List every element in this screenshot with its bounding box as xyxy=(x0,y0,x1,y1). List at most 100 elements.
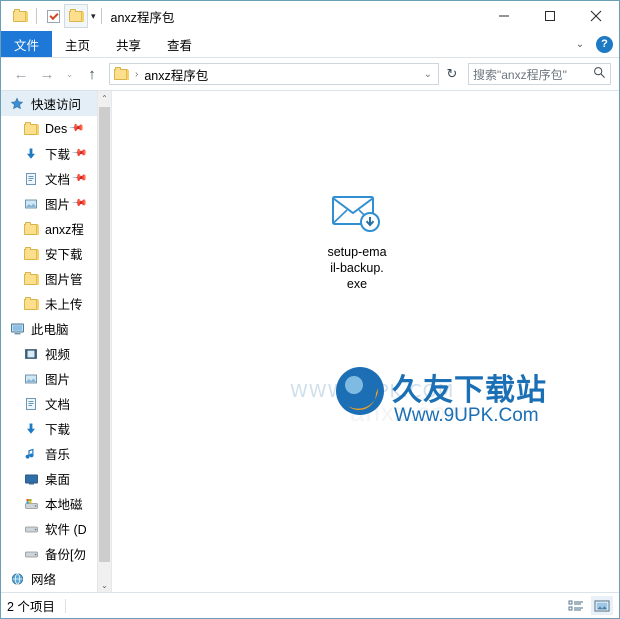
qat-divider-1 xyxy=(36,8,37,24)
folder-icon xyxy=(114,67,129,80)
sidebar-item-quick-access[interactable]: 快速访问 xyxy=(1,91,97,116)
sidebar-item-documents[interactable]: 文档 📌 xyxy=(1,166,97,191)
chevron-down-icon[interactable]: ▾ xyxy=(91,11,96,21)
sidebar-item-anxiazai[interactable]: 安下载 xyxy=(1,241,97,266)
title-bar: ▾ anxz程序包 xyxy=(1,1,619,31)
sidebar-item-picture-manager[interactable]: 图片管 xyxy=(1,266,97,291)
folder-icon xyxy=(23,271,39,287)
pin-icon: 📌 xyxy=(68,120,85,137)
tab-home[interactable]: 主页 xyxy=(52,31,103,57)
qat-properties-button[interactable] xyxy=(42,5,64,27)
details-view-button[interactable] xyxy=(565,596,587,615)
sidebar-label: 此电脑 xyxy=(31,323,69,337)
watermark-url: Www.9UPK.Com xyxy=(394,405,539,426)
address-bar: ← → ⌄ ↑ › anxz程序包 ⌄ ↻ 搜索"anxz程序包" xyxy=(1,58,619,90)
help-button[interactable]: ? xyxy=(596,35,613,53)
sidebar-label: 桌面 xyxy=(45,473,71,487)
email-download-icon xyxy=(331,191,383,237)
navigation-list: 快速访问 Des 📌 下载 📌 文档 📌 图片 📌 anxz程 安下载 图片管 … xyxy=(1,91,97,592)
breadcrumb-separator: › xyxy=(135,68,139,80)
breadcrumb[interactable]: › anxz程序包 ⌄ xyxy=(109,63,439,85)
sidebar-item-desktop-pc[interactable]: 桌面 xyxy=(1,466,97,491)
sidebar-item-software-drive[interactable]: 软件 (D xyxy=(1,516,97,541)
explorer-body: 快速访问 Des 📌 下载 📌 文档 📌 图片 📌 anxz程 安下载 图片管 … xyxy=(1,90,619,592)
maximize-button[interactable] xyxy=(527,1,573,31)
sidebar-label: 文档 xyxy=(45,398,71,412)
forward-button[interactable]: → xyxy=(35,62,59,86)
sidebar-item-videos[interactable]: 视频 xyxy=(1,341,97,366)
status-divider xyxy=(64,598,66,613)
tab-file[interactable]: 文件 xyxy=(1,31,53,57)
refresh-button[interactable]: ↻ xyxy=(441,62,463,86)
tab-share[interactable]: 共享 xyxy=(103,31,154,57)
window-controls xyxy=(481,1,619,31)
sidebar-label: 音乐 xyxy=(45,448,71,462)
sidebar-item-music[interactable]: 音乐 xyxy=(1,441,97,466)
sidebar-label: 下载 xyxy=(45,423,71,437)
sidebar-item-this-pc[interactable]: 此电脑 xyxy=(1,316,97,341)
pin-icon: 📌 xyxy=(70,195,88,212)
large-icons-view-button[interactable] xyxy=(591,596,613,615)
sidebar-item-downloads[interactable]: 下载 📌 xyxy=(1,141,97,166)
up-button[interactable]: ↑ xyxy=(80,62,104,86)
ribbon-tabs: 文件 主页 共享 查看 ⌄ ? xyxy=(1,31,619,58)
sidebar-item-anxz[interactable]: anxz程 xyxy=(1,216,97,241)
sidebar-label: 安下载 xyxy=(45,248,83,262)
quick-access-toolbar: ▾ xyxy=(9,4,107,28)
minimize-button[interactable] xyxy=(481,1,527,31)
sidebar-item-downloads-pc[interactable]: 下载 xyxy=(1,416,97,441)
sidebar-item-documents-pc[interactable]: 文档 xyxy=(1,391,97,416)
watermark-logo-icon xyxy=(332,363,388,419)
search-icon[interactable] xyxy=(593,66,606,82)
sidebar-item-network[interactable]: 网络 xyxy=(1,566,97,591)
watermark-title: 久友下载站 xyxy=(392,374,547,407)
sidebar-label: 快速访问 xyxy=(31,98,82,112)
sidebar-label: 软件 (D xyxy=(45,523,87,537)
file-name-label: setup-ema il-backup. exe xyxy=(327,245,387,291)
sidebar-item-pictures-pc[interactable]: 图片 xyxy=(1,366,97,391)
sidebar-label: 视频 xyxy=(45,348,71,362)
recent-locations-button[interactable]: ⌄ xyxy=(61,62,78,86)
music-icon xyxy=(23,446,39,462)
navigation-pane: 快速访问 Des 📌 下载 📌 文档 📌 图片 📌 anxz程 安下载 图片管 … xyxy=(1,91,112,592)
chevron-down-icon[interactable]: ⌄ xyxy=(572,39,588,50)
back-button[interactable]: ← xyxy=(9,62,33,86)
item-count-label: 2 个项目 xyxy=(7,600,55,614)
system-drive-icon xyxy=(23,496,39,512)
sidebar-label: 文档 xyxy=(45,173,71,187)
sidebar-label: 图片 xyxy=(45,373,71,387)
qat-new-folder-button[interactable] xyxy=(64,4,88,28)
sidebar-label: anxz程 xyxy=(45,223,84,237)
chevron-down-icon[interactable]: ⌄ xyxy=(424,69,434,80)
close-button[interactable] xyxy=(573,1,619,31)
folder-icon xyxy=(23,246,39,262)
tab-view[interactable]: 查看 xyxy=(154,31,205,57)
search-placeholder: 搜索"anxz程序包" xyxy=(473,67,567,82)
network-icon xyxy=(9,571,25,587)
file-explorer-window: ▾ anxz程序包 文件 主页 共享 查看 ⌄ ? ← → ⌄ ↑ › anxz… xyxy=(0,0,620,619)
sidebar-item-local-disk[interactable]: 本地磁 xyxy=(1,491,97,516)
file-item[interactable]: setup-ema il-backup. exe xyxy=(310,191,404,292)
search-input[interactable]: 搜索"anxz程序包" xyxy=(468,63,611,85)
picture-icon xyxy=(23,196,39,212)
sidebar-item-pictures[interactable]: 图片 📌 xyxy=(1,191,97,216)
scroll-down-arrow[interactable]: ⌄ xyxy=(98,578,111,592)
sidebar-label: Des xyxy=(45,121,68,136)
folder-icon xyxy=(23,221,39,237)
qat-folder-button[interactable] xyxy=(9,5,31,27)
ribbon-right-controls: ⌄ ? xyxy=(572,31,613,57)
scrollbar-thumb[interactable] xyxy=(99,107,110,562)
pin-icon: 📌 xyxy=(70,145,88,162)
sidebar-item-backup-drive[interactable]: 备份[勿 xyxy=(1,541,97,566)
desktop-icon xyxy=(23,471,39,487)
sidebar-label: 下载 xyxy=(45,148,71,162)
sidebar-item-desktop[interactable]: Des 📌 xyxy=(1,116,97,141)
breadcrumb-item-current[interactable]: anxz程序包 xyxy=(144,65,208,84)
folder-icon xyxy=(23,121,39,137)
file-list-pane[interactable]: setup-ema il-backup. exe WWW.9UPK.COM anxz… xyxy=(112,91,619,592)
document-icon xyxy=(23,171,39,187)
sidebar-scrollbar[interactable]: ⌃ ⌄ xyxy=(97,91,111,592)
sidebar-label: 未上传 xyxy=(45,298,83,312)
sidebar-item-not-uploaded[interactable]: 未上传 xyxy=(1,291,97,316)
scroll-up-arrow[interactable]: ⌃ xyxy=(98,91,111,105)
